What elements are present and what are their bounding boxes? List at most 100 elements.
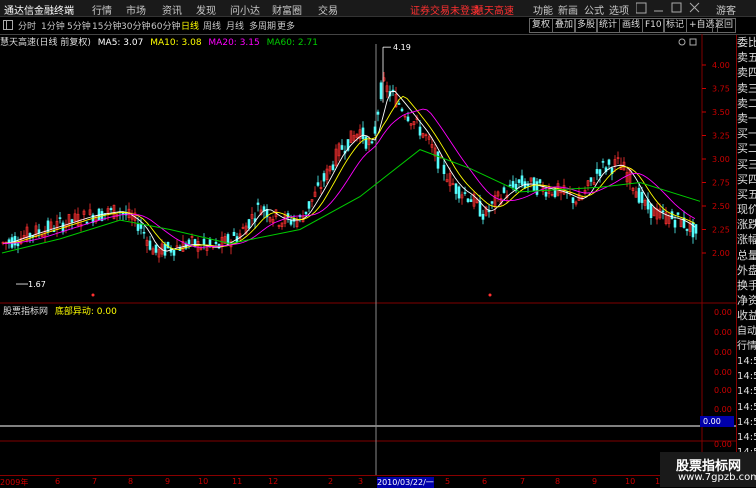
price-tick-label: 3.25	[712, 132, 730, 141]
date-axis-label: 10	[198, 477, 209, 486]
candle-body	[214, 241, 218, 244]
candle-body	[148, 240, 152, 250]
overlay-button[interactable]: 叠加	[552, 18, 577, 33]
guest-label[interactable]: 游客	[716, 2, 736, 17]
candle-body	[607, 159, 611, 165]
period-more[interactable]: 更多	[277, 19, 295, 32]
candle-body	[598, 169, 602, 177]
candle-body	[70, 219, 74, 223]
candle-body	[316, 182, 320, 186]
menu-discover[interactable]: 发现	[196, 2, 216, 17]
side-panel-item: 买四	[737, 172, 756, 186]
candle-body	[304, 211, 308, 215]
side-panel-item: 委比	[737, 36, 756, 49]
price-tick-label: 2.75	[712, 179, 730, 188]
candle-body	[379, 82, 383, 100]
layout-toggle-icon[interactable]	[3, 20, 13, 30]
maximize-icon[interactable]	[671, 2, 682, 13]
date-axis: 2009年6789101112232010/03/22/一56789101112	[0, 475, 700, 488]
f10-button[interactable]: F10	[642, 18, 665, 33]
candle-body	[172, 249, 176, 256]
period-daily[interactable]: 日线	[181, 19, 199, 32]
draw-line-button[interactable]: 画线	[619, 18, 644, 33]
quote-side-panel: 委比卖五卖四卖三卖二卖一买一买二买三买四买五现价涨跌涨幅总量外盘换手净资收益自动…	[736, 35, 756, 475]
multi-stock-button[interactable]: 多股	[574, 18, 599, 33]
high-price-label: 4.19	[393, 43, 411, 52]
side-panel-item: 卖二	[737, 96, 756, 110]
sub-tick-label: 0.00	[714, 440, 732, 449]
menu-market-quotes[interactable]: 行情	[92, 2, 112, 17]
restore-icon[interactable]	[636, 2, 647, 14]
candle-body	[520, 175, 524, 185]
price-tick-label: 3.75	[712, 85, 730, 94]
app-title: 通达信金融终端	[4, 6, 74, 17]
candle-body	[502, 187, 506, 193]
kline-chart[interactable]: 4.00 3.75 3.50 3.25 3.00 2.75 2.50 2.25 2.00 0.00…	[0, 34, 736, 475]
date-axis-label: 9	[592, 477, 598, 486]
ma5-line	[2, 90, 696, 252]
period-monthly[interactable]: 月线	[226, 19, 244, 32]
candle-body	[58, 217, 62, 220]
side-panel-item: 换手	[737, 279, 756, 292]
candle-body	[256, 202, 260, 205]
close-icon[interactable]	[689, 2, 700, 13]
candle-body	[442, 164, 446, 175]
stats-button[interactable]: 统计	[596, 18, 621, 33]
date-axis-label: 9	[165, 477, 171, 486]
menu-news[interactable]: 资讯	[162, 2, 182, 17]
side-panel-item: 14:56	[737, 355, 756, 367]
menu-market[interactable]: 市场	[126, 2, 146, 17]
candle-body	[673, 220, 677, 228]
side-panel-item: 净资	[737, 294, 756, 308]
low-price-label: 1.67	[28, 280, 46, 289]
period-1min[interactable]: 1分钟	[41, 19, 65, 32]
menu-function[interactable]: 功能	[533, 2, 553, 17]
period-weekly[interactable]: 周线	[203, 19, 221, 32]
candle-body	[649, 203, 653, 218]
period-15min[interactable]: 15分钟	[92, 19, 121, 32]
candle-body	[361, 127, 365, 140]
watermark: 股票指标网 www.7gpzb.com	[660, 452, 756, 487]
candle-body	[406, 116, 410, 122]
sub-tick-label: 0.00	[714, 405, 732, 414]
candle-body	[400, 108, 404, 112]
period-multi[interactable]: 多周期	[249, 19, 276, 32]
sub-cursor-value: 0.00	[703, 417, 721, 426]
date-axis-label: 6	[55, 477, 61, 486]
menu-new-draw[interactable]: 新画	[558, 2, 578, 17]
side-panel-item: 买一	[737, 127, 756, 141]
candle-body	[418, 126, 422, 136]
period-60min[interactable]: 60分钟	[151, 19, 180, 32]
back-button[interactable]: 返回	[712, 18, 737, 33]
sub-tick-label: 0.00	[714, 308, 732, 317]
mark-button[interactable]: 标记	[663, 18, 688, 33]
candle-body	[463, 192, 467, 194]
candle-body	[376, 111, 380, 115]
side-panel-item: 卖三	[737, 81, 756, 95]
side-panel-item: 涨幅	[737, 233, 756, 247]
menu-options[interactable]: 选项	[609, 2, 629, 17]
menu-ask[interactable]: 问小达	[230, 2, 260, 17]
login-notice[interactable]: 证券交易未登录	[410, 2, 480, 17]
candle-body	[478, 200, 482, 217]
side-panel-item: 外盘	[737, 263, 756, 277]
period-tick[interactable]: 分时	[18, 19, 36, 32]
menu-wealth[interactable]: 财富圈	[272, 2, 302, 17]
sub-indicator-value: 底部异动: 0.00	[54, 307, 117, 317]
candle-body	[331, 164, 335, 170]
candle-body	[187, 239, 191, 245]
period-5min[interactable]: 5分钟	[67, 19, 91, 32]
period-30min[interactable]: 30分钟	[121, 19, 150, 32]
candle-body	[154, 244, 158, 253]
menu-trade[interactable]: 交易	[318, 2, 338, 17]
menubar: 通达信金融终端 行情 市场 资讯 发现 问小达 财富圈 交易 证券交易未登录 慧…	[0, 0, 756, 17]
date-axis-label: 2009年	[0, 478, 29, 487]
date-axis-label: 2010/03/22/一	[377, 477, 434, 488]
sub-indicator-info: 股票指标网 底部异动: 0.00	[3, 304, 117, 317]
side-panel-item: 卖四	[737, 66, 756, 80]
candle-body	[589, 177, 593, 182]
adjust-button[interactable]: 复权	[529, 18, 554, 33]
stock-label: 慧天高速(日线 前复权)	[0, 38, 91, 48]
date-axis-label: 3	[358, 477, 364, 486]
menu-formula[interactable]: 公式	[584, 2, 604, 17]
